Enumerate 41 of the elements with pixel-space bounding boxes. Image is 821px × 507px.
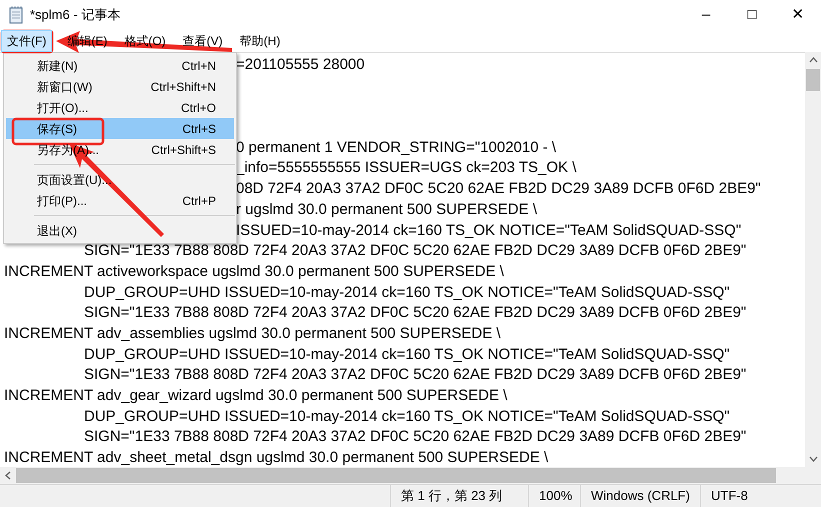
minimize-button[interactable]: – — [683, 0, 729, 30]
text-line: SIGN="1E33 7B88 808D 72F4 20A3 37A2 DF0C 5C20 62AE FB2D DC29 3A89 DCFB 0F6D 2BE9" — [84, 304, 746, 322]
scroll-down-icon[interactable] — [808, 456, 818, 462]
menu-bar-item[interactable]: 查看(V) — [176, 30, 230, 52]
menu-item[interactable]: 退出(X) — [6, 220, 234, 241]
highlight-box — [0, 30, 54, 54]
status-text: 100% — [528, 484, 580, 507]
scroll-up-icon[interactable] — [808, 57, 818, 63]
maximize-button[interactable]: □ — [729, 0, 775, 30]
vertical-scrollbar[interactable] — [805, 52, 821, 467]
scrollbar-thumb[interactable] — [806, 69, 820, 91]
text-line: INCREMENT activeworkspace ugslmd 30.0 permanent 500 SUPERSEDE \ — [4, 262, 504, 280]
status-text: UTF-8 — [700, 484, 800, 507]
menu-bar-item[interactable]: 文件(F) — [1, 30, 52, 52]
menu-item[interactable]: 新建(N) Ctrl+N — [6, 55, 234, 76]
text-line: INCREMENT adv_sheet_metal_dsgn ugslmd 30.0 permanent 500 SUPERSEDE \ — [4, 449, 548, 466]
text-line: _info=5555555555 ISSUER=UGS ck=203 TS_OK \ — [236, 159, 576, 176]
menu-item[interactable]: 打印(P)... Ctrl+P — [6, 190, 234, 211]
menu-item[interactable]: 保存(S) Ctrl+S — [6, 118, 234, 139]
status-text: Windows (CRLF) — [580, 484, 700, 507]
close-button[interactable]: ✕ — [775, 0, 821, 30]
text-line: 08D 72F4 20A3 37A2 DF0C 5C20 62AE FB2D DC29 3A89 DCFB 0F6D 2BE9" — [236, 180, 761, 198]
text-line: =201105555 28000 — [236, 56, 365, 73]
menu-bar-item[interactable]: 帮助(H) — [232, 30, 288, 52]
text-line: r ugslmd 30.0 permanent 500 SUPERSEDE \ — [236, 200, 537, 218]
text-line: INCREMENT adv_assemblies ugslmd 30.0 permanent 500 SUPERSEDE \ — [4, 324, 501, 342]
text-line: SIGN="1E33 7B88 808D 72F4 20A3 37A2 DF0C 5C20 62AE FB2D DC29 3A89 DCFB 0F6D 2BE9" — [84, 242, 746, 260]
text-line: DUP_GROUP=UHD ISSUED=10-may-2014 ck=160 TS_OK NOTICE="TeAM SolidSQUAD-SSQ" — [84, 284, 730, 301]
scroll-left-icon[interactable] — [5, 471, 11, 480]
scrollbar-thumb[interactable] — [16, 468, 776, 483]
notepad-icon — [8, 6, 24, 24]
text-line: DUP_GROUP=UHD ISSUED=10-may-2014 ck=160 TS_OK NOTICE="TeAM SolidSQUAD-SSQ" — [84, 346, 730, 363]
menu-item[interactable]: 新窗口(W) Ctrl+Shift+N — [6, 76, 234, 97]
window-title: *splm6 - 记事本 — [30, 6, 120, 24]
status-text: 第 1 行，第 23 列 — [390, 484, 528, 507]
text-line: SIGN="1E33 7B88 808D 72F4 20A3 37A2 DF0C 5C20 62AE FB2D DC29 3A89 DCFB 0F6D 2BE9" — [84, 428, 746, 446]
text-line: INCREMENT adv_gear_wizard ugslmd 30.0 permanent 500 SUPERSEDE \ — [4, 387, 508, 404]
text-line: DUP_GROUP=UHD ISSUED=10-may-2014 ck=160 TS_OK NOTICE="TeAM SolidSQUAD-SSQ" — [84, 408, 730, 425]
menu-item[interactable]: 打开(O)... Ctrl+O — [6, 97, 234, 118]
text-line: SIGN="1E33 7B88 808D 72F4 20A3 37A2 DF0C 5C20 62AE FB2D DC29 3A89 DCFB 0F6D 2BE9" — [84, 366, 746, 384]
text-line: ISSUED=10-may-2014 ck=160 TS_OK NOTICE="TeAM SolidSQUAD-SSQ" — [236, 222, 742, 238]
